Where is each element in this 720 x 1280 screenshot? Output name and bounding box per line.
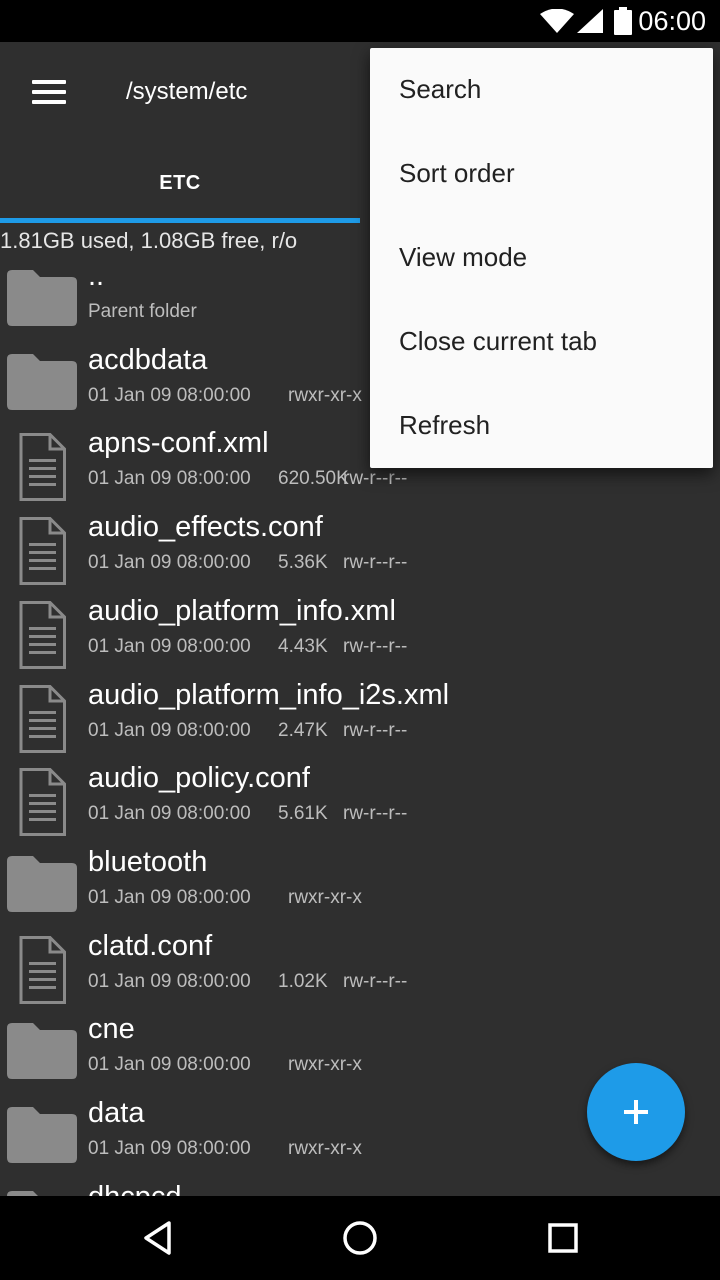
recents-icon[interactable]: [541, 1216, 585, 1260]
cellular-signal-icon: [577, 9, 603, 33]
file-permissions: rw-r--r--: [343, 468, 408, 489]
file-permissions: rwxr-xr-x: [288, 887, 362, 908]
wifi-icon: [540, 9, 574, 33]
file-meta: 01 Jan 09 08:00:00 4.43K rw-r--r--: [88, 636, 488, 660]
file-date: 01 Jan 09 08:00:00: [88, 887, 251, 908]
file-icon: [19, 517, 66, 585]
file-name: acdbdata: [88, 344, 208, 376]
file-name: clatd.conf: [88, 930, 213, 962]
file-row[interactable]: audio_platform_info_i2s.xml 01 Jan 09 08:…: [0, 677, 720, 761]
file-icon: [19, 768, 66, 836]
file-size: 4.43K: [278, 636, 328, 657]
file-date: 01 Jan 09 08:00:00: [88, 468, 251, 489]
file-permissions: rwxr-xr-x: [288, 385, 362, 406]
file-date: 01 Jan 09 08:00:00: [88, 552, 251, 573]
current-path: /system/etc: [126, 78, 248, 105]
file-name: apns-conf.xml: [88, 427, 269, 459]
folder-icon: [7, 1107, 77, 1163]
file-subtitle: Parent folder: [88, 301, 197, 322]
file-meta: 01 Jan 09 08:00:00 1.02K rw-r--r--: [88, 971, 488, 995]
file-meta: 01 Jan 09 08:00:00 rwxr-xr-x: [88, 887, 488, 911]
file-size: 2.47K: [278, 720, 328, 741]
menu-item-label: View mode: [399, 242, 528, 272]
menu-item-label: Refresh: [399, 410, 491, 440]
menu-item-label: Close current tab: [399, 326, 597, 356]
storage-info: 1.81GB used, 1.08GB free, r/o: [0, 228, 298, 253]
file-size: 1.02K: [278, 971, 328, 992]
menu-item-sort-order[interactable]: Sort order: [370, 132, 713, 216]
menu-item-search[interactable]: Search: [370, 48, 713, 132]
file-icon: [19, 685, 66, 753]
file-row[interactable]: clatd.conf 01 Jan 09 08:00:00 1.02K rw-r--r…: [0, 928, 720, 1012]
folder-icon: [7, 270, 77, 326]
file-meta: 01 Jan 09 08:00:00 620.50K rw-r--r--: [88, 468, 488, 492]
tab-indicator: [0, 218, 360, 223]
file-name: data: [88, 1097, 145, 1129]
battery-icon: [614, 7, 632, 35]
clock: 06:00: [638, 6, 706, 36]
file-date: 01 Jan 09 08:00:00: [88, 803, 251, 824]
menu-item-label: Search: [399, 74, 482, 104]
file-permissions: rwxr-xr-x: [288, 1138, 362, 1159]
file-meta: 01 Jan 09 08:00:00 2.47K rw-r--r--: [88, 720, 488, 744]
status-bar: 06:00: [0, 0, 720, 42]
tab-etc[interactable]: ETC: [0, 140, 360, 224]
file-name: audio_platform_info.xml: [88, 595, 396, 627]
back-icon[interactable]: [137, 1216, 181, 1260]
file-meta: 01 Jan 09 08:00:00 rwxr-xr-x: [88, 1138, 488, 1162]
home-icon[interactable]: [338, 1216, 382, 1260]
overflow-menu: Search Sort order View mode Close curren…: [370, 48, 713, 468]
file-permissions: rw-r--r--: [343, 803, 408, 824]
folder-icon: [7, 856, 77, 912]
file-meta: 01 Jan 09 08:00:00 5.36K rw-r--r--: [88, 552, 488, 576]
file-size: 5.61K: [278, 803, 328, 824]
file-name: audio_effects.conf: [88, 511, 323, 543]
file-date: 01 Jan 09 08:00:00: [88, 636, 251, 657]
file-permissions: rw-r--r--: [343, 552, 408, 573]
file-date: 01 Jan 09 08:00:00: [88, 1054, 251, 1075]
file-date: 01 Jan 09 08:00:00: [88, 720, 251, 741]
file-size: 5.36K: [278, 552, 328, 573]
file-row[interactable]: audio_platform_info.xml 01 Jan 09 08:00:0…: [0, 593, 720, 677]
file-name: audio_platform_info_i2s.xml: [88, 679, 450, 711]
add-fab-button[interactable]: [587, 1063, 685, 1161]
folder-icon: [7, 354, 77, 410]
menu-item-view-mode[interactable]: View mode: [370, 216, 713, 300]
plus-icon-stem: [634, 1100, 638, 1124]
folder-icon: [7, 1023, 77, 1079]
file-row[interactable]: audio_effects.conf 01 Jan 09 08:00:00 5.36…: [0, 509, 720, 593]
menu-item-label: Sort order: [399, 158, 515, 188]
file-name: cne: [88, 1013, 135, 1045]
menu-item-refresh[interactable]: Refresh: [370, 384, 713, 468]
file-meta: 01 Jan 09 08:00:00 5.61K rw-r--r--: [88, 803, 488, 827]
file-row[interactable]: audio_policy.conf 01 Jan 09 08:00:00 5.61K…: [0, 760, 720, 844]
file-permissions: rw-r--r--: [343, 971, 408, 992]
file-name: dhcpcd: [88, 1181, 182, 1196]
file-icon: [19, 433, 66, 501]
file-date: 01 Jan 09 08:00:00: [88, 385, 251, 406]
file-name: bluetooth: [88, 846, 208, 878]
file-permissions: rwxr-xr-x: [288, 1054, 362, 1075]
file-permissions: rw-r--r--: [343, 720, 408, 741]
navigation-bar: [0, 1196, 720, 1280]
file-icon: [19, 936, 66, 1004]
file-permissions: rw-r--r--: [343, 636, 408, 657]
menu-item-close-current-tab[interactable]: Close current tab: [370, 300, 713, 384]
file-size: 620.50K: [278, 468, 349, 489]
tab-label: ETC: [159, 172, 201, 194]
file-row[interactable]: dhcpcd: [0, 1179, 720, 1196]
file-date: 01 Jan 09 08:00:00: [88, 1138, 251, 1159]
hamburger-icon[interactable]: [22, 68, 78, 116]
file-row[interactable]: bluetooth 01 Jan 09 08:00:00 rwxr-xr-x: [0, 844, 720, 928]
file-name: ..: [88, 260, 105, 292]
file-name: audio_policy.conf: [88, 762, 310, 794]
file-date: 01 Jan 09 08:00:00: [88, 971, 251, 992]
file-meta: 01 Jan 09 08:00:00 rwxr-xr-x: [88, 1054, 488, 1078]
file-icon: [19, 601, 66, 669]
